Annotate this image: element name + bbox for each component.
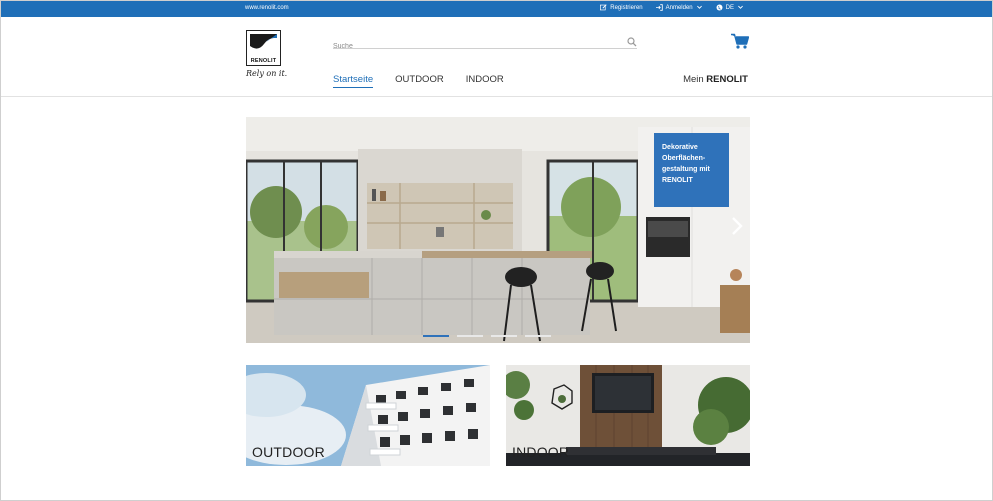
edit-icon bbox=[600, 4, 607, 11]
indoor-tile[interactable]: INDOOR bbox=[506, 365, 750, 466]
slider-dot[interactable] bbox=[525, 335, 551, 337]
language-select[interactable]: DE bbox=[716, 4, 744, 11]
logo-symbol-icon bbox=[250, 34, 277, 56]
promo-line-1: Dekorative bbox=[662, 144, 698, 151]
promo-line-3: gestaltung mit bbox=[662, 166, 710, 173]
top-links: Registrieren Anmelden DE bbox=[600, 4, 744, 11]
language-label: DE bbox=[725, 4, 734, 11]
chevron-down-icon bbox=[696, 5, 702, 9]
browser-frame: www.renolit.com Registrieren Anmelden DE bbox=[0, 0, 993, 501]
register-link[interactable]: Registrieren bbox=[600, 4, 643, 11]
nav-startseite[interactable]: Startseite bbox=[333, 74, 374, 88]
hero-slider: Dekorative Oberflächen- gestaltung mit R… bbox=[246, 117, 750, 343]
slider-dot[interactable] bbox=[423, 335, 449, 337]
account-prefix: Mein bbox=[683, 74, 704, 85]
site-url[interactable]: www.renolit.com bbox=[245, 5, 289, 11]
cart-icon[interactable] bbox=[731, 33, 749, 49]
my-account-link[interactable]: Mein RENOLIT bbox=[683, 74, 748, 85]
chevron-down-icon bbox=[738, 5, 743, 9]
search-bar bbox=[333, 35, 637, 53]
nav-indoor[interactable]: INDOOR bbox=[466, 74, 504, 88]
slider-dot[interactable] bbox=[491, 335, 517, 337]
account-brand: RENOLIT bbox=[706, 74, 748, 85]
top-bar: www.renolit.com Registrieren Anmelden DE bbox=[1, 1, 992, 17]
indoor-label: INDOOR bbox=[512, 444, 570, 460]
chevron-right-icon[interactable] bbox=[730, 215, 744, 237]
logo-slogan: Rely on it. bbox=[246, 69, 288, 78]
login-label: Anmelden bbox=[665, 4, 693, 11]
sign-in-icon bbox=[655, 4, 663, 11]
promo-line-2: Oberflächen- bbox=[662, 155, 706, 162]
site-header: RENOLIT Rely on it. Startseite OUTDOOR I… bbox=[1, 17, 992, 97]
slider-dot[interactable] bbox=[457, 335, 483, 337]
outdoor-tile[interactable]: OUTDOOR bbox=[246, 365, 490, 466]
logo-mark: RENOLIT bbox=[246, 30, 281, 66]
renolit-logo[interactable]: RENOLIT Rely on it. bbox=[246, 30, 288, 85]
search-icon[interactable] bbox=[627, 37, 637, 47]
main-nav: Startseite OUTDOOR INDOOR bbox=[333, 74, 504, 88]
promo-box[interactable]: Dekorative Oberflächen- gestaltung mit R… bbox=[654, 133, 729, 207]
login-link[interactable]: Anmelden bbox=[655, 4, 703, 11]
logo-word: RENOLIT bbox=[250, 58, 277, 64]
slider-dots bbox=[423, 335, 551, 337]
outdoor-label: OUTDOOR bbox=[252, 444, 325, 460]
promo-brand: RENOLIT bbox=[662, 177, 693, 184]
nav-outdoor[interactable]: OUTDOOR bbox=[395, 74, 444, 88]
search-input[interactable] bbox=[333, 40, 613, 53]
globe-icon bbox=[716, 4, 723, 11]
register-label: Registrieren bbox=[610, 4, 643, 11]
